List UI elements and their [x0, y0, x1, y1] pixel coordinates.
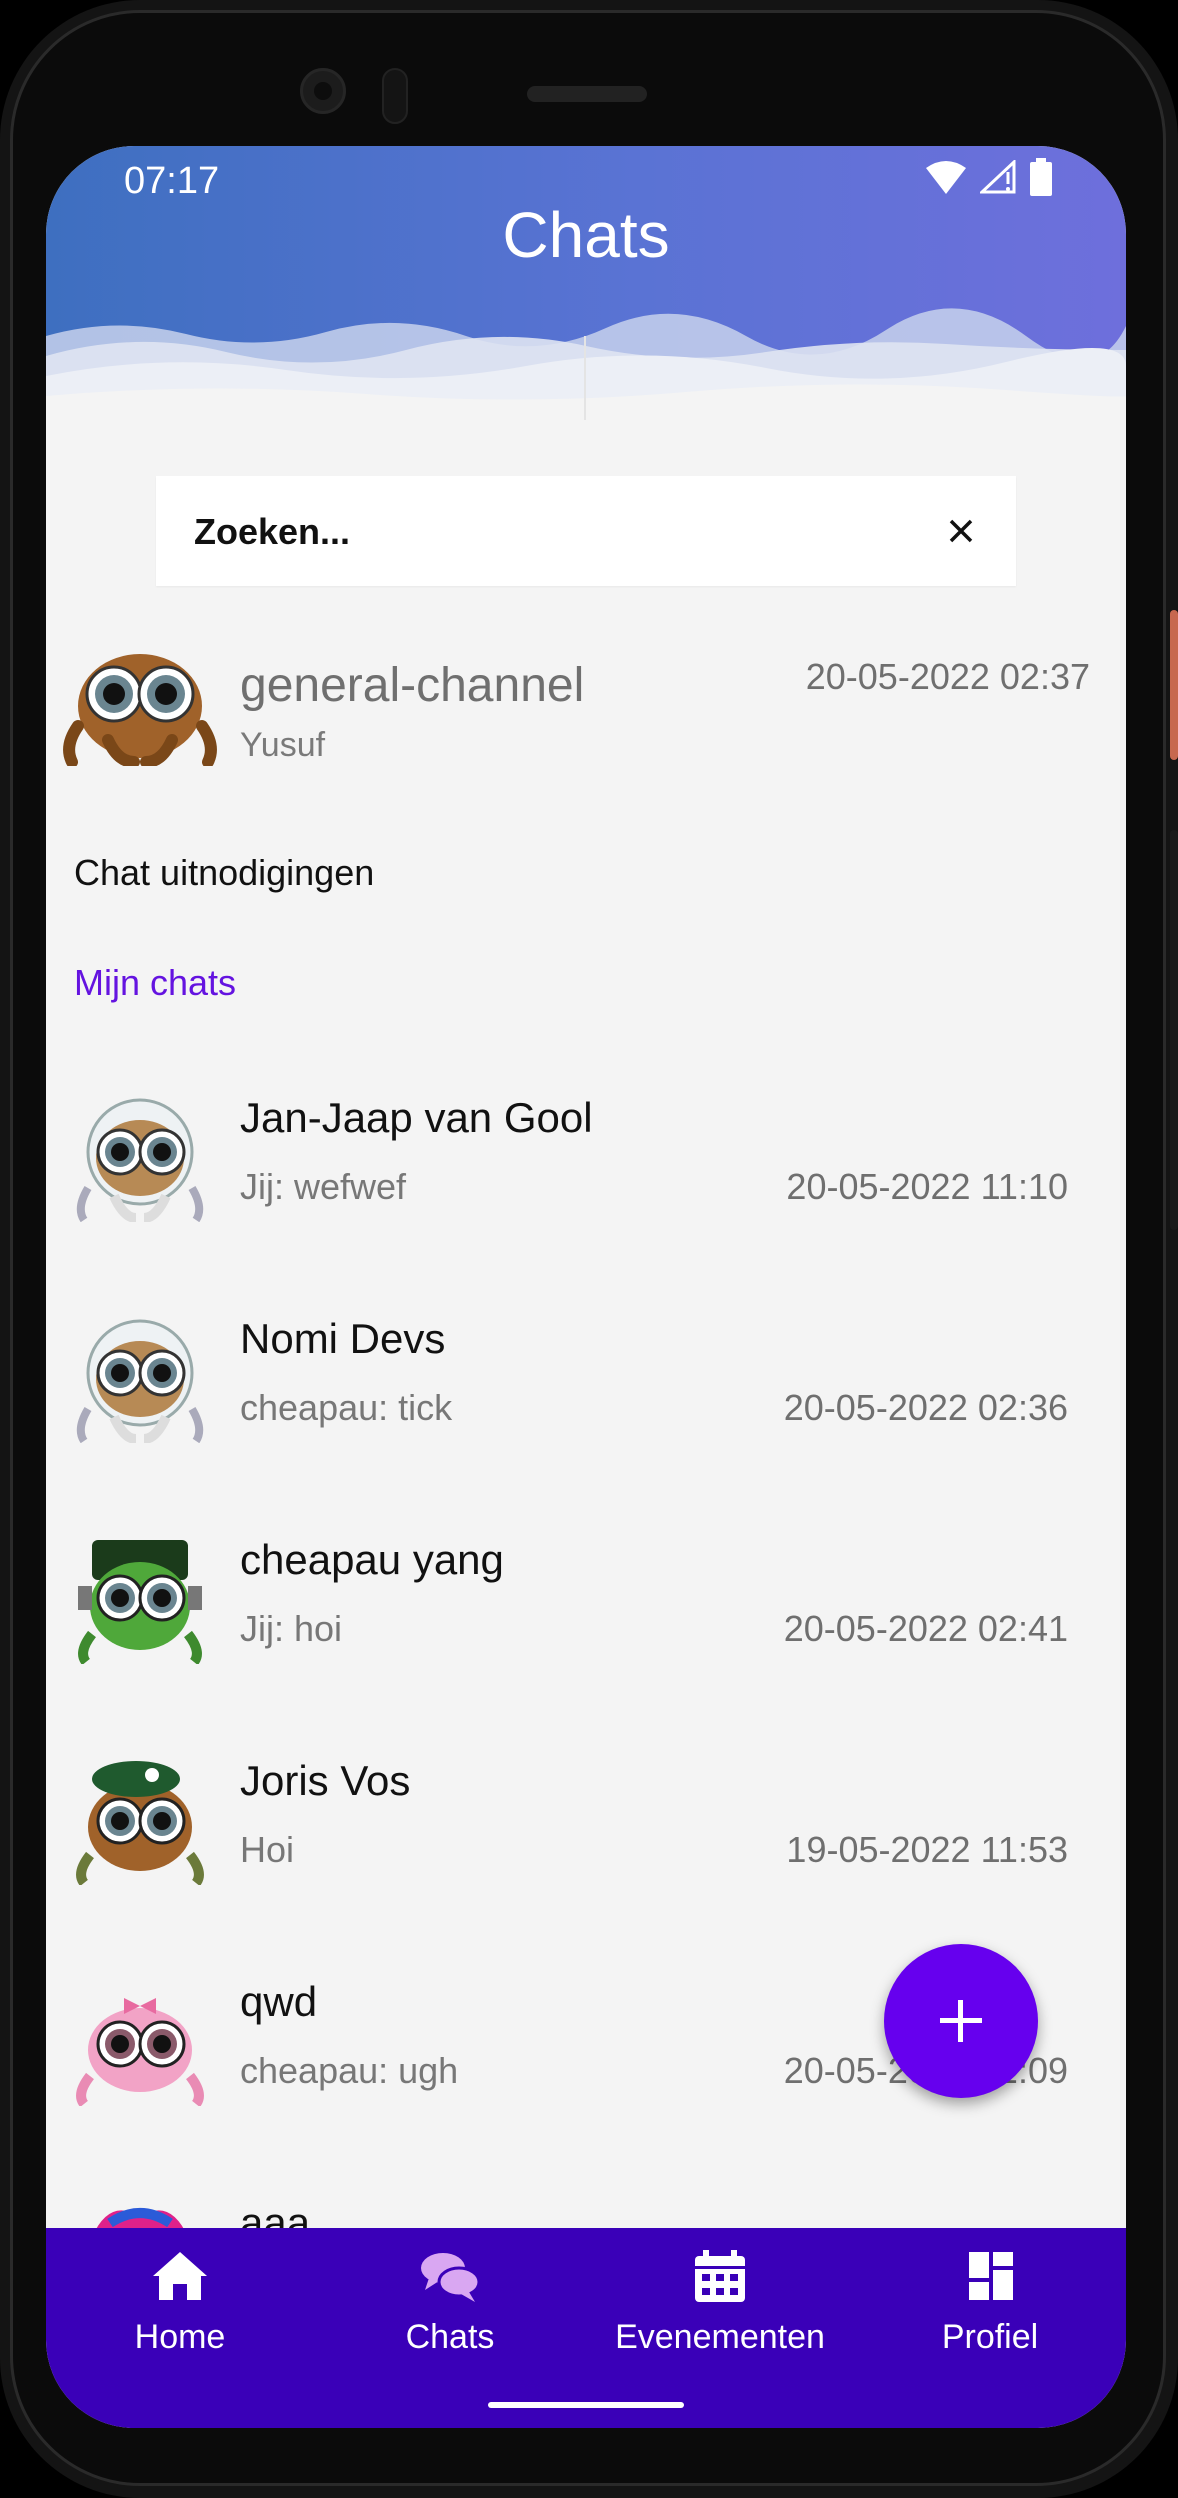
wifi-icon	[926, 161, 966, 194]
status-time: 07:17	[124, 160, 220, 202]
section-my-chats[interactable]: Mijn chats	[74, 962, 236, 1004]
nav-item-home[interactable]: Home	[70, 2248, 290, 2388]
header-divider	[584, 336, 586, 420]
chat-timestamp: 20-05-2022 11:10	[786, 1166, 1068, 1207]
chat-name: Nomi Devs	[240, 1315, 446, 1362]
nav-item-chats[interactable]: Chats	[340, 2248, 560, 2388]
proximity-sensor	[382, 68, 408, 124]
chat-timestamp: 20-05-2022 02:36	[783, 1387, 1068, 1428]
chat-last-message: cheapau: tick	[240, 1387, 453, 1428]
power-button	[1170, 610, 1178, 760]
soldier-spider-avatar	[76, 1761, 204, 1885]
front-camera	[300, 68, 346, 114]
chat-last-message: cheapau: ugh	[240, 2050, 459, 2091]
frankenstein-spider-avatar	[78, 1540, 202, 1664]
app-screen: 07:17 Chats Zoeken... general-channel Yu…	[46, 146, 1126, 2428]
phone-frame: 07:17 Chats Zoeken... general-channel Yu…	[0, 0, 1178, 2498]
dashboard-icon	[969, 2252, 1013, 2300]
chat-name: Jan-Jaap van Gool	[240, 1094, 593, 1141]
nav-label-home: Home	[134, 2318, 226, 2356]
header-wave-decoration	[46, 308, 1126, 446]
chat-last-message: Hoi	[240, 1829, 295, 1870]
close-icon[interactable]	[942, 512, 980, 550]
nav-item-evenementen[interactable]: Evenementen	[610, 2248, 830, 2388]
general-channel-row[interactable]: general-channel Yusuf 20-05-2022 02:37	[46, 636, 1126, 786]
search-box	[156, 476, 1016, 586]
bottom-navigation: Home Chats Evenementen Profiel	[46, 2228, 1126, 2428]
volume-button	[1170, 830, 1178, 1230]
battery-icon	[1030, 158, 1052, 196]
brown-spider-avatar	[63, 654, 217, 766]
channel-name: general-channel	[240, 659, 585, 712]
pink-bow-spider-avatar	[76, 1998, 204, 2106]
channel-last-sender: Yusuf	[240, 726, 326, 764]
page-title: Chats	[502, 199, 670, 271]
earpiece-speaker	[527, 86, 647, 102]
chat-row[interactable]: cheapau yang Jij: hoi 20-05-2022 02:41	[46, 1516, 1126, 1736]
new-chat-button[interactable]	[884, 1944, 1038, 2098]
chat-timestamp: 19-05-2022 11:53	[786, 1829, 1068, 1870]
home-icon	[153, 2252, 207, 2300]
chat-name: qwd	[240, 1978, 318, 2025]
calendar-icon	[695, 2250, 745, 2302]
chat-name: Joris Vos	[240, 1757, 411, 1804]
search-input[interactable]	[192, 504, 896, 560]
chat-row[interactable]: Joris Vos Hoi 19-05-2022 11:53	[46, 1737, 1126, 1957]
chat-last-message: Jij: hoi	[240, 1608, 343, 1649]
astronaut-spider-avatar	[76, 1319, 204, 1443]
astronaut-spider-avatar	[76, 1098, 204, 1222]
chat-bubbles-icon	[421, 2253, 481, 2302]
home-indicator[interactable]	[488, 2402, 684, 2408]
nav-item-profiel[interactable]: Profiel	[880, 2248, 1100, 2388]
chat-timestamp: 20-05-2022 02:41	[783, 1608, 1068, 1649]
chat-row[interactable]: Jan-Jaap van Gool Jij: wefwef 20-05-2022…	[46, 1074, 1126, 1294]
nav-label-evenementen: Evenementen	[615, 2318, 825, 2356]
chat-name: cheapau yang	[240, 1536, 504, 1583]
section-chat-invites[interactable]: Chat uitnodigingen	[74, 852, 374, 894]
nav-label-profiel: Profiel	[941, 2318, 1039, 2356]
channel-timestamp: 20-05-2022 02:37	[805, 656, 1090, 697]
chat-row[interactable]: Nomi Devs cheapau: tick 20-05-2022 02:36	[46, 1295, 1126, 1515]
chat-last-message: Jij: wefwef	[240, 1166, 407, 1207]
nav-label-chats: Chats	[405, 2318, 495, 2356]
status-icons	[926, 158, 1052, 196]
signal-icon	[980, 160, 1016, 194]
